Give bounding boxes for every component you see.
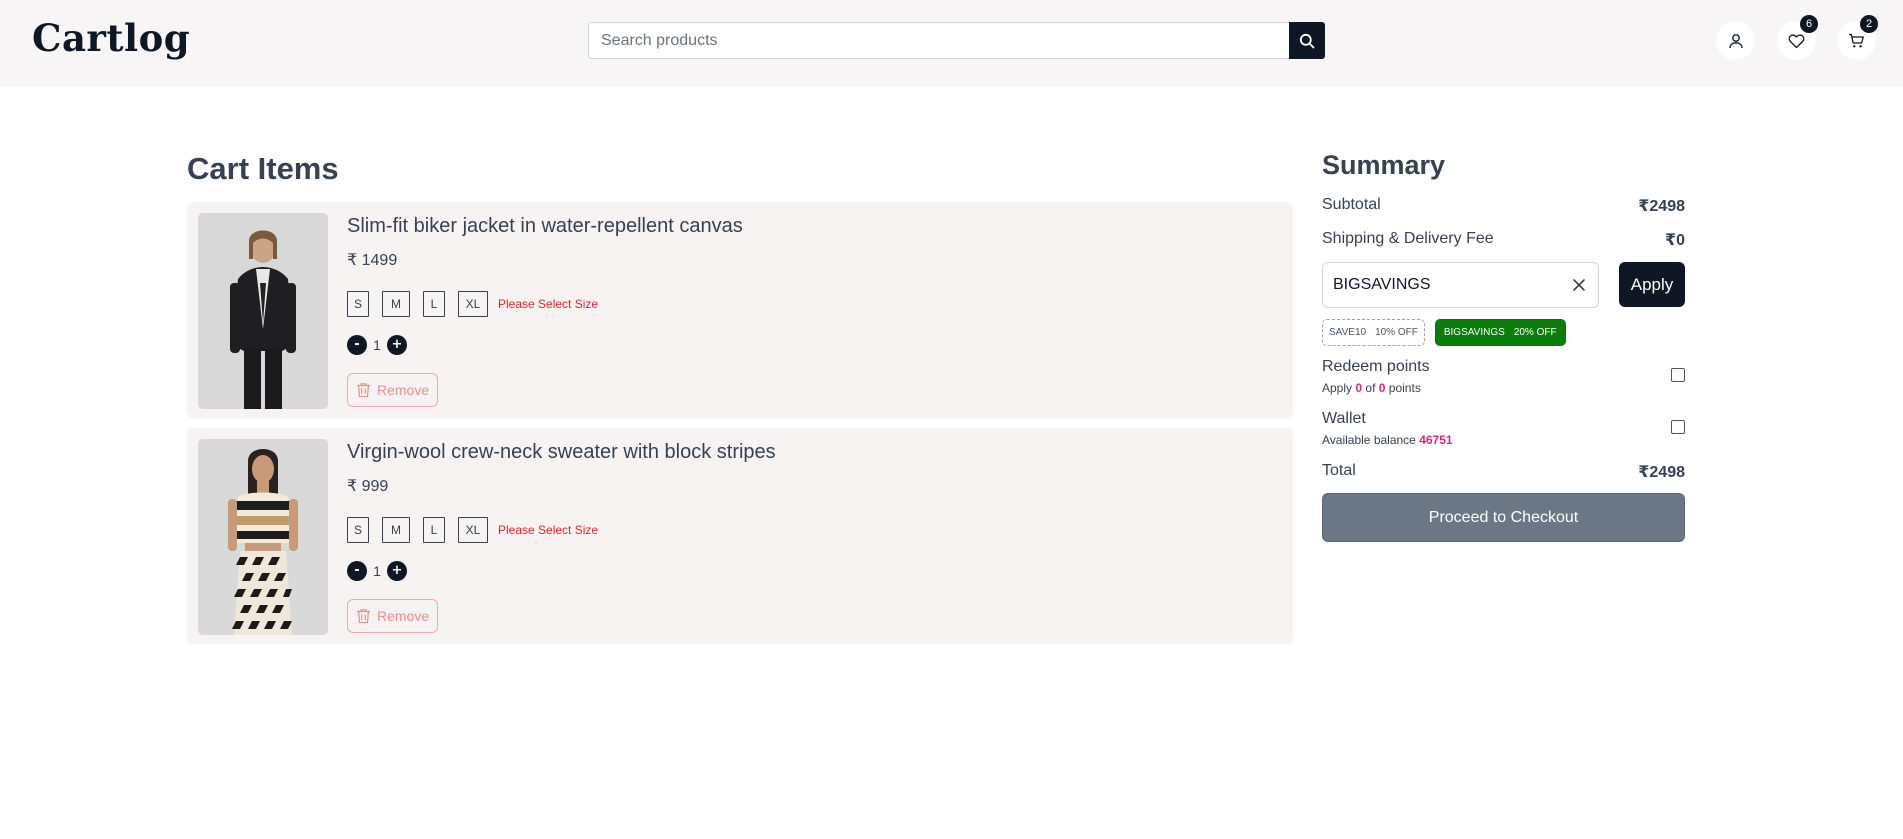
quantity-value: 1 [373,563,381,579]
product-price: ₹ 1499 [347,252,398,269]
decrease-quantity-button[interactable]: - [347,335,367,355]
cart-icon [1849,33,1864,47]
size-selector: S M L XL Please Select Size [347,517,598,543]
apply-coupon-button[interactable]: Apply [1619,262,1685,307]
total-label: Total [1322,462,1356,479]
quantity-stepper: - 1 + [347,335,407,355]
coupon-code: BIGSAVINGS [1443,327,1505,338]
coupon-discount: 20% OFF [1513,327,1557,338]
wishlist-button[interactable]: 6 [1777,15,1818,60]
shipping-row: Shipping & Delivery Fee ₹0 [1322,230,1685,250]
redeem-points-used: 0 [1355,381,1363,395]
size-selector: S M L XL Please Select Size [347,291,598,317]
redeem-points-total: 0 [1378,381,1386,395]
increase-quantity-button[interactable]: + [387,561,407,581]
search-input[interactable] [588,22,1289,59]
redeem-points-label: Redeem points [1322,358,1430,375]
wallet-checkbox[interactable] [1671,420,1685,434]
redeem-points-word: points [1388,381,1421,395]
size-option-xl[interactable]: XL [458,291,488,317]
redeem-points-checkbox[interactable] [1671,368,1685,382]
subtotal-row: Subtotal ₹2498 [1322,196,1685,216]
size-option-xl[interactable]: XL [458,517,488,543]
total-row: Total ₹2498 [1322,462,1685,482]
coupon-chip-save10[interactable]: SAVE10 10% OFF [1322,319,1425,346]
coupon-field [1322,262,1599,308]
coupon-list: SAVE10 10% OFF BIGSAVINGS 20% OFF [1322,319,1566,346]
search-icon [1299,33,1315,48]
search-bar [588,22,1325,59]
product-image[interactable] [198,213,328,409]
redeem-points-detail: Apply 0 of 0 points [1322,381,1421,395]
proceed-to-checkout-button[interactable]: Proceed to Checkout [1322,493,1685,542]
quantity-stepper: - 1 + [347,561,407,581]
cart-button[interactable]: 2 [1837,15,1878,60]
site-header: Cartlog 6 2 [0,0,1903,87]
redeem-of-text: of [1365,381,1376,395]
product-image[interactable] [198,439,328,635]
coupon-discount: 10% OFF [1375,327,1418,338]
wallet-balance-label: Available balance [1322,433,1416,447]
coupon-chip-bigsavings[interactable]: BIGSAVINGS 20% OFF [1434,319,1566,346]
logo[interactable]: Cartlog [32,16,190,60]
product-name[interactable]: Virgin-wool crew-neck sweater with block… [347,441,776,464]
wallet-label: Wallet [1322,410,1366,427]
cart-item: Virgin-wool crew-neck sweater with block… [187,428,1293,644]
cart-items-title: Cart Items [187,151,339,186]
increase-quantity-button[interactable]: + [387,335,407,355]
size-warning: Please Select Size [498,523,599,537]
account-button[interactable] [1716,21,1755,60]
trash-icon [357,383,370,398]
total-value: ₹2498 [1638,464,1685,481]
product-price: ₹ 999 [347,478,389,495]
user-icon [1728,33,1743,48]
subtotal-label: Subtotal [1322,196,1381,213]
size-option-s[interactable]: S [347,517,369,543]
remove-button[interactable]: Remove [347,599,439,633]
cart-item: Slim-fit biker jacket in water-repellent… [187,202,1293,418]
search-button[interactable] [1289,22,1325,59]
wallet-balance-value: 46751 [1419,433,1453,447]
product-name[interactable]: Slim-fit biker jacket in water-repellent… [347,215,743,238]
remove-label: Remove [377,608,430,624]
size-option-l[interactable]: L [423,291,445,317]
remove-button[interactable]: Remove [347,373,439,407]
size-option-l[interactable]: L [423,517,445,543]
heart-icon [1788,33,1805,48]
redeem-apply-text: Apply [1322,381,1353,395]
subtotal-value: ₹2498 [1638,198,1685,215]
close-icon[interactable] [1570,276,1588,294]
size-option-m[interactable]: M [382,291,410,317]
wishlist-count-badge: 6 [1800,15,1818,33]
summary-title: Summary [1322,150,1446,180]
wallet-balance: Available balance 46751 [1322,433,1453,447]
coupon-input[interactable] [1333,263,1563,307]
remove-label: Remove [377,382,430,398]
shipping-label: Shipping & Delivery Fee [1322,230,1494,247]
cart-count-badge: 2 [1860,15,1878,33]
trash-icon [357,609,370,624]
size-option-m[interactable]: M [382,517,410,543]
coupon-code: SAVE10 [1329,327,1367,338]
decrease-quantity-button[interactable]: - [347,561,367,581]
shipping-value: ₹0 [1664,232,1685,249]
size-option-s[interactable]: S [347,291,369,317]
quantity-value: 1 [373,337,381,353]
size-warning: Please Select Size [498,297,599,311]
